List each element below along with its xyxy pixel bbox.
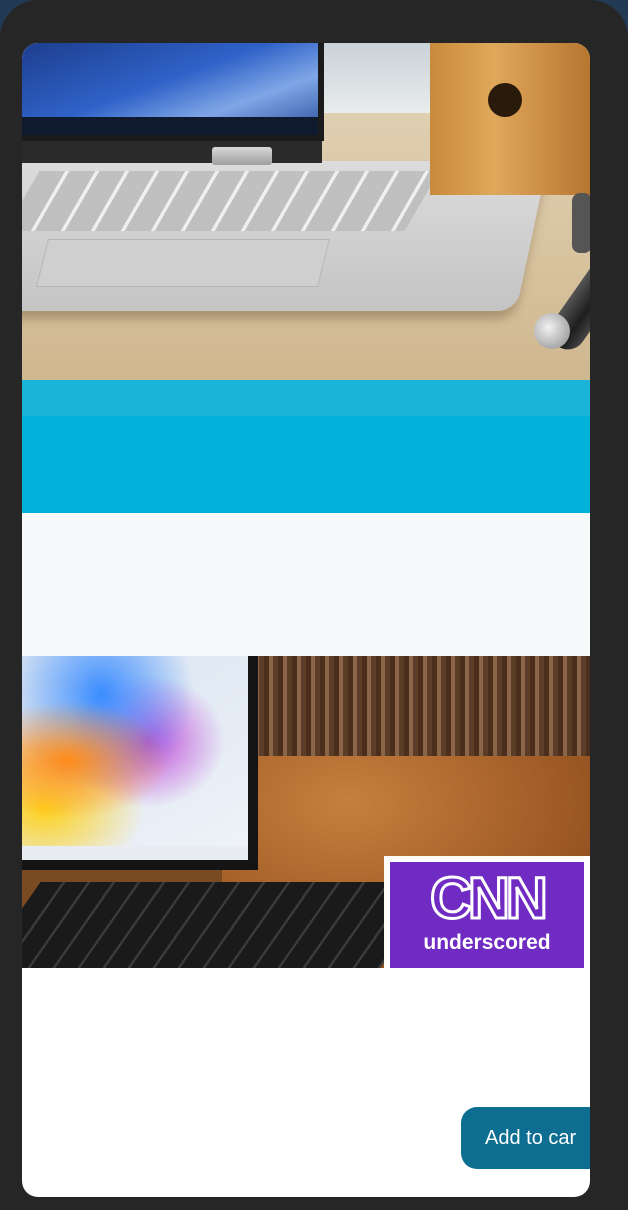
laptop-touchpad bbox=[36, 239, 330, 287]
cnn-logo-subtext: underscored bbox=[423, 931, 551, 954]
content-panel: CNN underscored Add to car bbox=[22, 43, 590, 1197]
pen-tip bbox=[534, 313, 570, 349]
banner-strip bbox=[22, 416, 590, 513]
window-background bbox=[318, 43, 430, 113]
stylus-holder bbox=[572, 193, 590, 253]
colorful-laptop-photo: CNN underscored bbox=[22, 656, 590, 968]
laptop-keyboard bbox=[22, 882, 441, 968]
banner-strip-light bbox=[22, 380, 590, 416]
device-frame: CNN underscored Add to car bbox=[0, 0, 628, 1210]
laptop-hinge bbox=[212, 147, 272, 165]
add-to-cart-button[interactable]: Add to car bbox=[461, 1107, 590, 1169]
wood-block-hole bbox=[488, 83, 522, 117]
laptop-desk-photo bbox=[22, 43, 590, 380]
cnn-underscored-logo: CNN underscored bbox=[384, 856, 590, 968]
laptop-wallpaper bbox=[22, 656, 248, 846]
blank-section bbox=[22, 513, 590, 656]
laptop-bezel bbox=[22, 141, 322, 163]
wood-block bbox=[430, 43, 590, 195]
laptop-taskbar bbox=[22, 117, 318, 135]
laptop-keyboard bbox=[22, 171, 440, 231]
cnn-logo-text: CNN bbox=[429, 865, 550, 933]
cnn-logo-box: CNN underscored bbox=[390, 862, 584, 968]
laptop-taskbar bbox=[22, 846, 248, 860]
